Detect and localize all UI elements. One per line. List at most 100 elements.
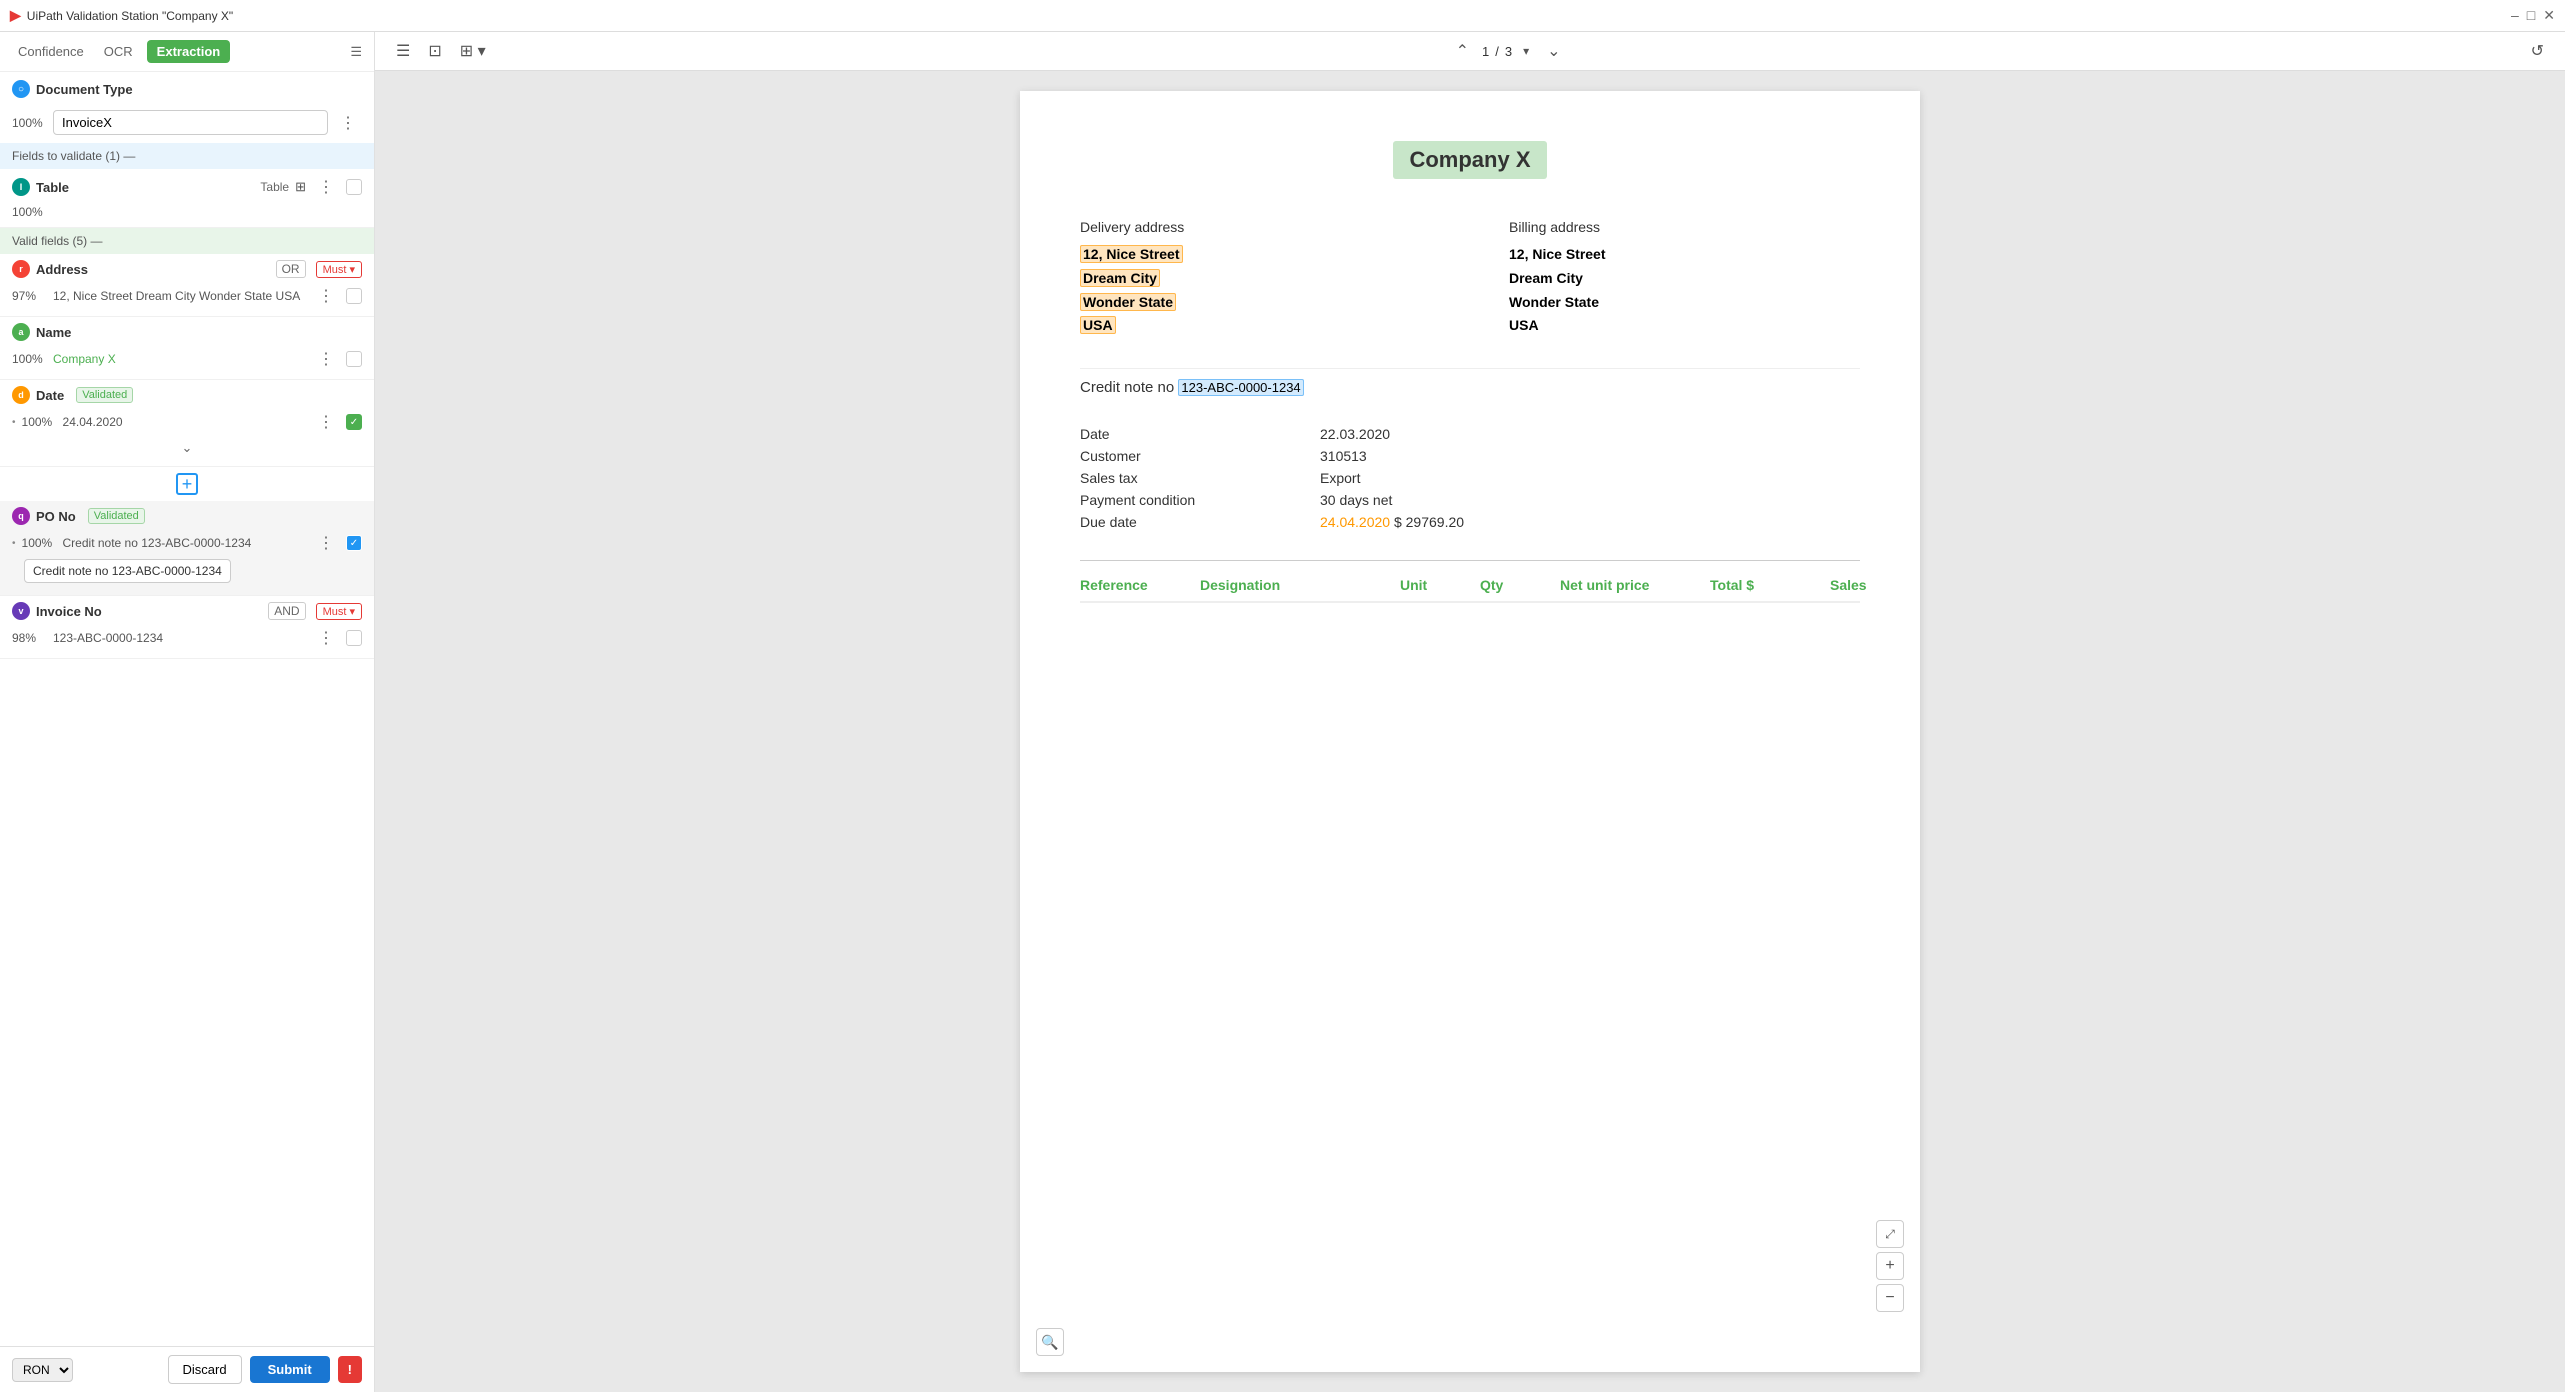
- company-header: Company X: [1080, 141, 1860, 179]
- grid-icon[interactable]: ⊞: [295, 179, 306, 195]
- billing-address-label: Billing address: [1509, 219, 1860, 235]
- detail-customer-label: Customer: [1080, 448, 1300, 464]
- pono-checkbox[interactable]: ✓: [346, 535, 362, 551]
- name-circle: a: [12, 323, 30, 341]
- date-circle: d: [12, 386, 30, 404]
- billing-address-block: Billing address 12, Nice Street Dream Ci…: [1509, 219, 1860, 338]
- address-section: Delivery address 12, Nice Street Dream C…: [1080, 219, 1860, 338]
- invoiceno-more-btn[interactable]: ⋮: [312, 626, 340, 650]
- refresh-icon[interactable]: ↺: [2526, 38, 2549, 64]
- invoiceno-and-tag: AND: [268, 602, 305, 620]
- invoiceno-circle: v: [12, 602, 30, 620]
- invoiceno-checkbox[interactable]: [346, 630, 362, 646]
- credit-note-label: Credit note no: [1080, 379, 1178, 396]
- hamburger-icon[interactable]: ☰: [391, 38, 415, 64]
- zoom-out-btn[interactable]: −: [1876, 1284, 1904, 1312]
- view2-icon[interactable]: ⊞ ▾: [455, 38, 491, 64]
- detail-duedate-value: 24.04.2020 $ 29769.20: [1320, 514, 1860, 530]
- date-checkbox[interactable]: ✓: [346, 414, 362, 430]
- total-pages: 3: [1505, 44, 1512, 59]
- doc-type-select[interactable]: InvoiceX: [53, 110, 328, 135]
- app-icon: ▶: [10, 7, 21, 24]
- tab-extraction[interactable]: Extraction: [147, 40, 231, 63]
- pono-more-btn[interactable]: ⋮: [312, 531, 340, 555]
- tab-ocr[interactable]: OCR: [98, 40, 139, 63]
- delivery-line1: 12, Nice Street: [1080, 245, 1183, 263]
- table-more-btn[interactable]: ⋮: [312, 175, 340, 199]
- th-sales: Sales: [1830, 577, 1930, 593]
- billing-address-text: 12, Nice Street Dream City Wonder State …: [1509, 243, 1860, 338]
- valid-fields-banner: Valid fields (5) —: [0, 228, 374, 254]
- prev-page-icon[interactable]: ⌃: [1451, 38, 1474, 64]
- invoiceno-must-tag: Must ▾: [316, 603, 362, 620]
- pono-tooltip: Credit note no 123-ABC-0000-1234: [24, 559, 231, 583]
- delivery-address-label: Delivery address: [1080, 219, 1431, 235]
- date-expand-btn[interactable]: ⌄: [12, 436, 362, 460]
- table-confidence-row: 100%: [12, 203, 362, 221]
- error-button[interactable]: !: [338, 1356, 362, 1383]
- add-icon: +: [176, 473, 198, 495]
- bottom-bar: RON Discard Submit !: [0, 1346, 374, 1392]
- view-icon[interactable]: ⊡: [423, 38, 446, 64]
- fit-screen-btn[interactable]: ⤢: [1876, 1220, 1904, 1248]
- filter-icon[interactable]: ☰: [350, 44, 362, 60]
- page-nav: 1 / 3 ▾: [1482, 41, 1534, 61]
- th-net-unit-price: Net unit price: [1560, 577, 1710, 593]
- date-more-btn[interactable]: ⋮: [312, 410, 340, 434]
- doc-page: Company X Delivery address 12, Nice Stre…: [1020, 91, 1920, 1372]
- delivery-line2: Dream City: [1080, 269, 1160, 287]
- table-checkbox[interactable]: [346, 179, 362, 195]
- doc-table-header: Reference Designation Unit Qty Net unit …: [1080, 577, 1860, 603]
- detail-customer-value: 310513: [1320, 448, 1860, 464]
- th-total: Total $: [1710, 577, 1830, 593]
- field-po-no: q PO No Validated • 100% Credit note no …: [0, 501, 374, 596]
- minimize-icon[interactable]: –: [2511, 7, 2519, 24]
- detail-salestax-value: Export: [1320, 470, 1860, 486]
- field-table-header: I Table Table ⊞ ⋮: [12, 175, 362, 199]
- name-more-btn[interactable]: ⋮: [312, 347, 340, 371]
- add-field-btn[interactable]: +: [0, 467, 374, 501]
- detail-paymentcond-label: Payment condition: [1080, 492, 1300, 508]
- credit-note-number: 123-ABC-0000-1234: [1178, 379, 1303, 396]
- pono-validated-badge: Validated: [88, 508, 145, 524]
- field-invoice-no: v Invoice No AND Must ▾ 98% 123-ABC-0000…: [0, 596, 374, 659]
- close-icon[interactable]: ✕: [2543, 7, 2555, 24]
- delivery-line4: USA: [1080, 316, 1116, 334]
- doc-type-confidence: 100%: [12, 116, 47, 130]
- table-circle: I: [12, 178, 30, 196]
- current-page: 1: [1482, 44, 1489, 59]
- discard-button[interactable]: Discard: [168, 1355, 242, 1384]
- search-btn[interactable]: 🔍: [1036, 1328, 1064, 1356]
- document-type-label: Document Type: [36, 82, 133, 97]
- zoom-controls: ⤢ + −: [1876, 1220, 1904, 1312]
- field-name: a Name 100% Company X ⋮: [0, 317, 374, 380]
- table-label: Table: [260, 180, 289, 194]
- company-name: Company X: [1393, 141, 1546, 179]
- tab-confidence[interactable]: Confidence: [12, 40, 90, 63]
- page-dropdown-icon[interactable]: ▾: [1518, 41, 1534, 61]
- detail-salestax-label: Sales tax: [1080, 470, 1300, 486]
- doc-toolbar: ☰ ⊡ ⊞ ▾ ⌃ 1 / 3 ▾ ⌄ ↺: [375, 32, 2565, 71]
- doc-type-more-btn[interactable]: ⋮: [334, 111, 362, 135]
- title-bar: ▶ UiPath Validation Station "Company X" …: [0, 0, 2565, 32]
- tabs-toolbar: Confidence OCR Extraction ☰: [0, 32, 374, 72]
- address-checkbox[interactable]: [346, 288, 362, 304]
- th-reference: Reference: [1080, 577, 1200, 593]
- detail-duedate-label: Due date: [1080, 514, 1300, 530]
- left-panel: Confidence OCR Extraction ☰ ○ Document T…: [0, 32, 375, 1392]
- name-checkbox[interactable]: [346, 351, 362, 367]
- zoom-in-btn[interactable]: +: [1876, 1252, 1904, 1280]
- field-address: r Address OR Must ▾ 97% 12, Nice Street …: [0, 254, 374, 317]
- address-more-btn[interactable]: ⋮: [312, 284, 340, 308]
- right-panel: ☰ ⊡ ⊞ ▾ ⌃ 1 / 3 ▾ ⌄ ↺: [375, 32, 2565, 1392]
- field-date: d Date Validated • 100% 24.04.2020 ⋮ ✓ ⌄: [0, 380, 374, 467]
- language-select[interactable]: RON: [12, 1358, 73, 1382]
- credit-note-section: Credit note no 123-ABC-0000-1234: [1080, 368, 1860, 406]
- doc-content: Company X Delivery address 12, Nice Stre…: [375, 71, 2565, 1392]
- delivery-line3: Wonder State: [1080, 293, 1176, 311]
- th-unit: Unit: [1400, 577, 1480, 593]
- submit-button[interactable]: Submit: [250, 1356, 330, 1383]
- maximize-icon[interactable]: □: [2527, 7, 2535, 24]
- next-page-icon[interactable]: ⌄: [1542, 38, 1565, 64]
- document-type-circle: ○: [12, 80, 30, 98]
